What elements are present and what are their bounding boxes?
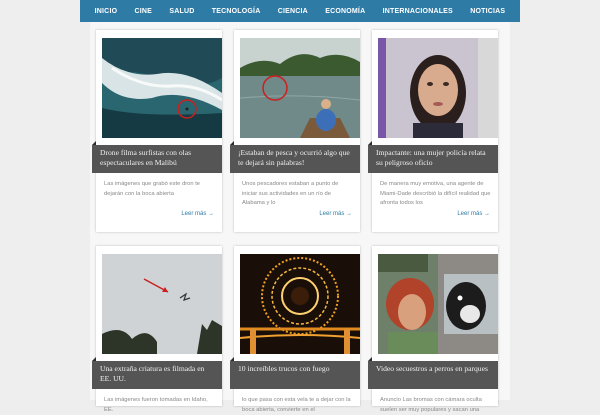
nav-item-economia[interactable]: ECONOMÍA	[325, 8, 365, 15]
article-title[interactable]: 10 increíbles trucos con fuego	[230, 357, 360, 389]
article-title[interactable]: Impactante: una mujer policía relata su …	[368, 141, 498, 173]
article-card: Video secuestros a perros en parques Anu…	[368, 246, 498, 413]
article-title[interactable]: Drone filma surfistas con olas espectacu…	[92, 141, 222, 173]
creature-thumbnail[interactable]	[102, 254, 222, 354]
fire-tricks-thumbnail[interactable]	[240, 254, 360, 354]
woman-and-dog-image	[378, 254, 498, 354]
nav-item-tecnologia[interactable]: TECNOLOGÍA	[212, 8, 261, 15]
article-card: ¡Estaban de pesca y ocurrió algo que te …	[230, 30, 360, 232]
article-card: Impactante: una mujer policía relata su …	[368, 30, 498, 232]
fishing-river-image	[240, 38, 360, 138]
nav-item-cine[interactable]: CINE	[135, 8, 153, 15]
read-more-link[interactable]: Leer más →	[181, 211, 214, 217]
surf-wave-image	[102, 38, 222, 138]
article-excerpt: De manera muy emotiva, una agente de Mia…	[380, 181, 491, 206]
dog-kidnapping-thumbnail[interactable]	[378, 254, 498, 354]
nav-item-ciencia[interactable]: CIENCIA	[278, 8, 308, 15]
nav-item-salud[interactable]: SALUD	[169, 8, 194, 15]
article-title[interactable]: ¡Estaban de pesca y ocurrió algo que te …	[230, 141, 360, 173]
top-navigation: INICIO CINE SALUD TECNOLOGÍA CIENCIA ECO…	[80, 0, 520, 22]
sky-creature-image	[102, 254, 222, 354]
article-excerpt: Unos pescadores estaban a punto de inici…	[242, 181, 339, 206]
nav-item-noticias[interactable]: NOTICIAS	[470, 8, 505, 15]
read-more-link[interactable]: Leer más →	[319, 211, 352, 217]
article-card: Drone filma surfistas con olas espectacu…	[92, 30, 222, 232]
nav-item-inicio[interactable]: INICIO	[95, 8, 118, 15]
article-excerpt: Las imágenes fueron tomadas en Idaho, EE…	[104, 397, 208, 413]
article-excerpt: Anuncio Las bromas con cámara oculta sue…	[380, 397, 482, 413]
fire-spinning-image	[240, 254, 360, 354]
nav-item-internacionales[interactable]: INTERNACIONALES	[383, 8, 453, 15]
article-excerpt: Las imágenes que grabó este dron te deja…	[104, 181, 201, 197]
surf-drone-thumbnail[interactable]	[102, 38, 222, 138]
read-more-link[interactable]: Leer más →	[457, 211, 490, 217]
fishing-thumbnail[interactable]	[240, 38, 360, 138]
article-card: 10 increíbles trucos con fuego lo que pa…	[230, 246, 360, 413]
article-excerpt: lo que pasa con esta vela te a dejar con…	[242, 397, 351, 413]
article-title[interactable]: Video secuestros a perros en parques	[368, 357, 498, 389]
policewoman-portrait-image	[378, 38, 498, 138]
article-card: Una extraña criatura es filmada en EE. U…	[92, 246, 222, 413]
article-title[interactable]: Una extraña criatura es filmada en EE. U…	[92, 357, 222, 389]
police-woman-thumbnail[interactable]	[378, 38, 498, 138]
articles-grid: Drone filma surfistas con olas espectacu…	[90, 22, 510, 413]
